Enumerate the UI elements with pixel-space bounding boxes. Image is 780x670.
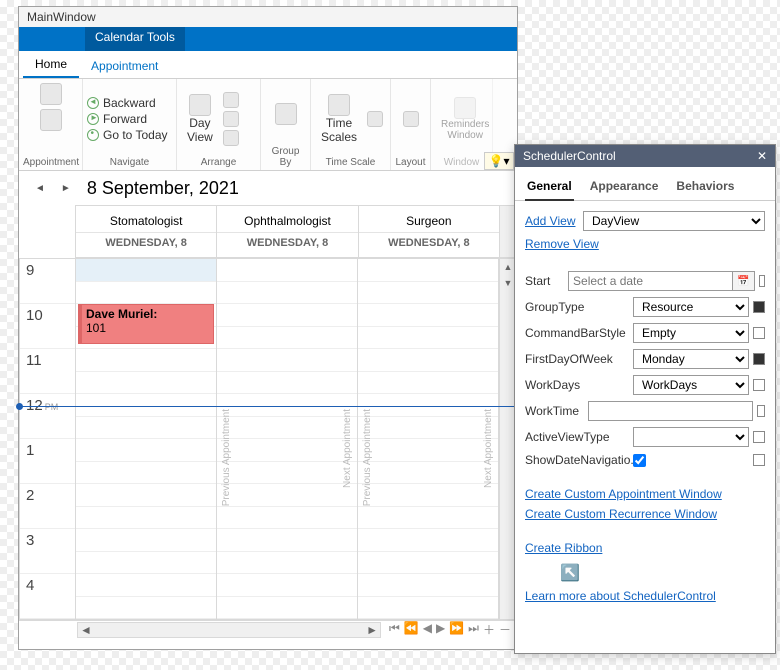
nav-prev-page-icon[interactable]: ⏪ (404, 621, 419, 638)
group-groupby: Group By (265, 144, 306, 170)
ribbon-tabs: Home Appointment (19, 51, 517, 79)
marker[interactable] (753, 454, 765, 466)
tab-home[interactable]: Home (23, 51, 79, 78)
label-firstdayofweek: FirstDayOfWeek (525, 352, 633, 366)
marker[interactable] (757, 405, 765, 417)
calendar-icon[interactable] (40, 83, 62, 105)
group-by-button[interactable] (269, 101, 303, 127)
timescale-opt[interactable] (367, 111, 383, 127)
label-showdatenav: ShowDateNavigatio... (525, 453, 633, 467)
marker[interactable] (753, 431, 765, 443)
nav-minus-icon[interactable]: － (499, 621, 511, 638)
remove-view-link[interactable]: Remove View (525, 237, 599, 251)
arrange-opt2[interactable] (223, 111, 239, 127)
group-navigate: Navigate (87, 155, 172, 170)
day-view-button[interactable]: Day View (181, 92, 219, 146)
resource-header-0[interactable]: StomatologistWEDNESDAY, 8 (75, 205, 216, 258)
create-appointment-window-link[interactable]: Create Custom Appointment Window (525, 487, 722, 501)
group-layout: Layout (395, 155, 426, 170)
current-date: 8 September, 2021 (87, 178, 239, 199)
marker[interactable] (759, 275, 765, 287)
prev-appt-nav[interactable]: Previous Appointment (362, 409, 373, 506)
resource-header-2[interactable]: SurgeonWEDNESDAY, 8 (358, 205, 499, 258)
panel-tab-appearance[interactable]: Appearance (588, 173, 661, 200)
horizontal-scrollbar[interactable]: ◄► (77, 622, 381, 638)
start-date-input[interactable] (568, 271, 733, 291)
property-panel: SchedulerControl ✕ General Appearance Be… (514, 144, 776, 654)
tab-appointment[interactable]: Appointment (79, 53, 170, 78)
close-icon[interactable]: ✕ (757, 149, 767, 163)
firstdayofweek-select[interactable]: Monday (633, 349, 749, 369)
prev-appt-nav[interactable]: Previous Appointment (221, 409, 232, 506)
prev-date-button[interactable]: ◄ (35, 183, 45, 194)
nav-backward[interactable]: Backward (87, 96, 168, 110)
appointment-item[interactable]: Dave Muriel:101 (78, 304, 214, 344)
label-activeviewtype: ActiveViewType (525, 430, 633, 444)
nav-forward[interactable]: Forward (87, 112, 168, 126)
panel-tab-behaviors[interactable]: Behaviors (674, 173, 736, 200)
worktime-input[interactable] (588, 401, 753, 421)
arrange-opt1[interactable] (223, 92, 239, 108)
nav-first-icon[interactable]: ⏮ (389, 621, 400, 638)
showdatenav-checkbox[interactable] (633, 454, 646, 467)
nav-plus-icon[interactable]: ＋ (483, 621, 495, 638)
label-workdays: WorkDays (525, 378, 633, 392)
lightbulb-icon[interactable]: 💡▾ (484, 152, 514, 170)
ribbon-contextual: Calendar Tools (19, 27, 517, 51)
nav-last-icon[interactable]: ⏭ (468, 621, 479, 638)
ribbon-body: Appointment Backward Forward Go to Today… (19, 79, 517, 171)
label-start: Start (525, 274, 568, 288)
group-window: Window (435, 155, 488, 170)
activeviewtype-select[interactable] (633, 427, 749, 447)
group-appointment: Appointment (23, 155, 78, 170)
date-picker-icon[interactable]: 📅 (733, 271, 755, 291)
nav-next-icon[interactable]: ▶ (436, 621, 445, 638)
panel-tab-general[interactable]: General (525, 173, 574, 201)
day-column-1[interactable]: Previous Appointment Next Appointment (216, 258, 357, 620)
time-scale: 9 10 11 12PM 1 2 3 4 (19, 258, 75, 620)
commandbarstyle-select[interactable]: Empty (633, 323, 749, 343)
recurrence-icon[interactable] (40, 109, 62, 131)
label-commandbarstyle: CommandBarStyle (525, 326, 633, 340)
nav-next-page-icon[interactable]: ⏩ (449, 621, 464, 638)
main-window: MainWindow Calendar Tools Home Appointme… (18, 6, 518, 650)
day-column-0[interactable]: Dave Muriel:101 (75, 258, 216, 620)
next-appt-nav[interactable]: Next Appointment (342, 409, 353, 488)
panel-title: SchedulerControl (523, 149, 616, 163)
label-worktime: WorkTime (525, 404, 588, 418)
nav-prev-icon[interactable]: ◀ (423, 621, 432, 638)
create-ribbon-link[interactable]: Create Ribbon (525, 541, 602, 555)
marker[interactable] (753, 353, 765, 365)
learn-more-link[interactable]: Learn more about SchedulerControl (525, 589, 716, 603)
workdays-select[interactable]: WorkDays (633, 375, 749, 395)
next-appt-nav[interactable]: Next Appointment (483, 409, 494, 488)
reminders-button[interactable]: Reminders Window (435, 95, 495, 143)
time-scales-button[interactable]: Time Scales (315, 92, 363, 146)
nav-today[interactable]: Go to Today (87, 128, 168, 142)
scheduler: ◄ ► 8 September, 2021 StomatologistWEDNE… (19, 171, 517, 649)
contextual-tab[interactable]: Calendar Tools (85, 27, 185, 51)
arrange-opt3[interactable] (223, 130, 239, 146)
add-view-select[interactable]: DayView (583, 211, 765, 231)
label-grouptype: GroupType (525, 300, 633, 314)
grouptype-select[interactable]: Resource (633, 297, 749, 317)
day-column-2[interactable]: Previous Appointment Next Appointment (357, 258, 499, 620)
window-title: MainWindow (19, 7, 517, 27)
group-arrange: Arrange (181, 155, 256, 170)
marker[interactable] (753, 327, 765, 339)
next-date-button[interactable]: ► (61, 183, 71, 194)
create-recurrence-window-link[interactable]: Create Custom Recurrence Window (525, 507, 717, 521)
current-time-indicator (19, 406, 517, 407)
layout-opt[interactable] (403, 111, 419, 127)
add-view-link[interactable]: Add View (525, 214, 583, 228)
marker[interactable] (753, 379, 765, 391)
marker[interactable] (753, 301, 765, 313)
resource-header-1[interactable]: OphthalmologistWEDNESDAY, 8 (216, 205, 357, 258)
group-timescale: Time Scale (315, 155, 386, 170)
resource-navigator[interactable]: ⏮ ⏪ ◀ ▶ ⏩ ⏭ ＋ － (383, 621, 517, 638)
